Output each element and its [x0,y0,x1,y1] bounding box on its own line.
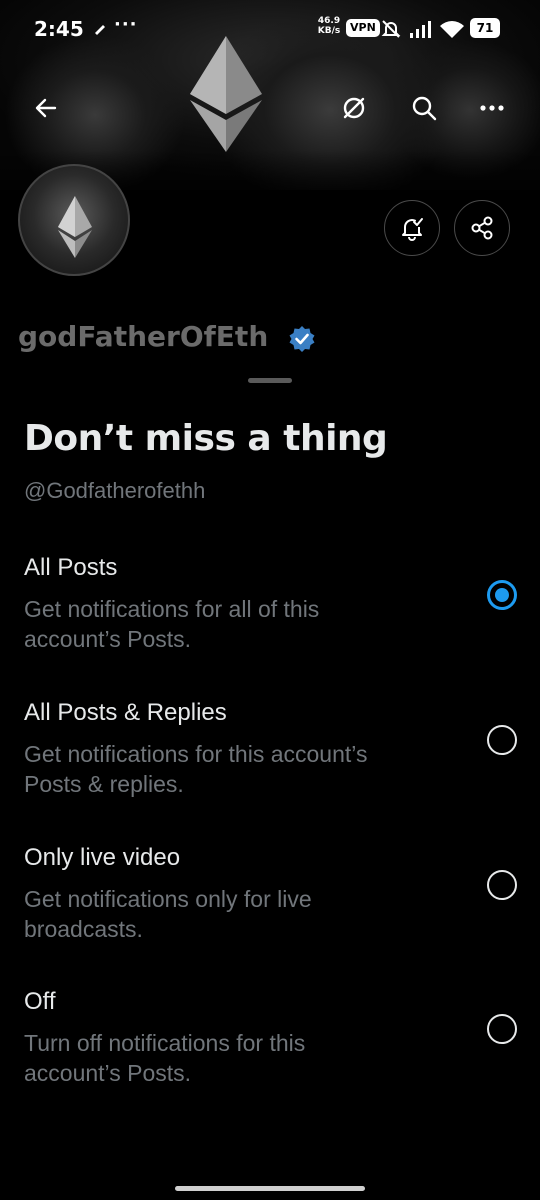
option-description-line: account’s Posts. [24,626,192,652]
option-title: All Posts & Replies [24,699,227,726]
arrow-left-icon [35,98,57,118]
option-description-line: Get notifications for all of this [24,596,320,622]
status-bar: 2:45 ··· 46.9 KB/s VPN 71 [0,0,540,62]
back-button[interactable] [24,86,68,130]
option-all-posts[interactable]: All Posts Get notifications for all of t… [0,554,540,674]
option-title: Only live video [24,844,181,871]
notification-bell-icon [402,218,423,241]
notification-sheet: Don’t miss a thing @Godfatherofethh All … [0,366,540,1200]
radio-all-posts-replies[interactable] [487,725,517,755]
sheet-title: Don’t miss a thing [24,418,388,459]
option-description-line: Posts & replies. [24,771,184,797]
option-description-line: Get notifications only for live [24,886,312,912]
signal-icon [410,21,431,38]
verified-badge-icon [289,326,315,352]
sheet-username: @Godfatherofethh [24,478,206,503]
option-only-live-video[interactable]: Only live video Get notifications only f… [0,844,540,964]
share-icon [471,216,493,240]
option-description-line: Turn off notifications for this [24,1030,306,1056]
option-description: Turn off notifications for this account’… [24,1028,454,1088]
home-indicator[interactable] [175,1186,365,1191]
ethereum-logo-icon [58,196,92,258]
avatar[interactable] [18,164,130,276]
search-icon [412,96,437,121]
option-description-line: account’s Posts. [24,1060,192,1086]
option-all-posts-replies[interactable]: All Posts & Replies Get notifications fo… [0,699,540,819]
notification-settings-button[interactable] [384,200,440,256]
more-button[interactable] [470,86,514,130]
option-title: All Posts [24,554,118,581]
network-speed-unit: KB/s [317,26,341,36]
grok-icon [343,97,365,119]
vpn-badge: VPN [346,19,380,37]
radio-only-live-video[interactable] [487,870,517,900]
grok-button[interactable] [332,86,376,130]
option-description: Get notifications for all of this accoun… [24,594,454,654]
wifi-icon [440,21,464,38]
option-description: Get notifications only for live broadcas… [24,884,454,944]
radio-off[interactable] [487,1014,517,1044]
search-button[interactable] [402,86,446,130]
profile-name: godFatherOfEth [18,320,269,353]
option-description-line: Get notifications for this account’s [24,741,368,767]
option-title: Off [24,988,56,1015]
status-time: 2:45 [34,17,84,41]
share-button[interactable] [454,200,510,256]
status-overflow-icon: ··· [114,14,138,35]
bell-off-icon [381,20,401,38]
pen-icon [95,25,105,35]
network-speed: 46.9 KB/s [314,16,344,36]
option-description: Get notifications for this account’s Pos… [24,739,454,799]
more-icon [480,105,504,111]
radio-all-posts[interactable] [487,580,517,610]
battery-indicator: 71 [470,18,500,38]
sheet-drag-handle[interactable] [248,378,292,383]
option-off[interactable]: Off Turn off notifications for this acco… [0,988,540,1108]
network-speed-value: 46.9 [317,16,341,26]
option-description-line: broadcasts. [24,916,143,942]
